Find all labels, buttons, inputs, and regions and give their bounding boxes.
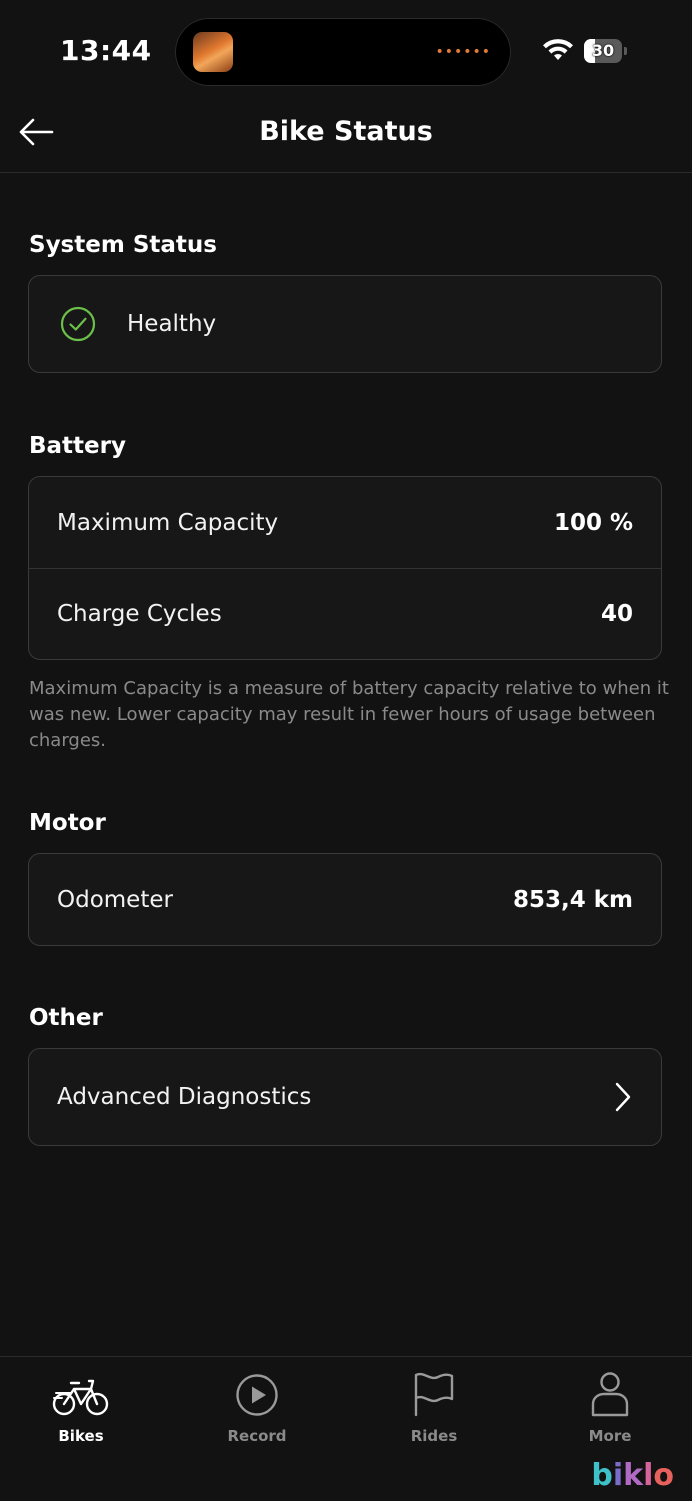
check-circle-icon — [60, 306, 96, 342]
island-activity-dots: •••••• — [435, 44, 491, 60]
tab-more[interactable]: More — [530, 1367, 690, 1457]
odometer-label: Odometer — [57, 886, 173, 913]
play-circle-icon — [236, 1374, 278, 1416]
other-card: Advanced Diagnostics — [28, 1048, 662, 1146]
chevron-right-icon — [615, 1082, 631, 1112]
charge-cycles-value: 40 — [600, 601, 633, 627]
system-status-title: System Status — [29, 232, 217, 258]
charge-cycles-row: Charge Cycles 40 — [29, 568, 661, 659]
battery-section-title: Battery — [29, 433, 126, 459]
maximum-capacity-row: Maximum Capacity 100 % — [29, 477, 661, 568]
tab-rides-label: Rides — [410, 1427, 458, 1445]
system-status-row: Healthy — [29, 276, 661, 372]
advanced-diagnostics-label: Advanced Diagnostics — [57, 1084, 312, 1110]
odometer-value: 853,4 km — [512, 886, 633, 913]
dynamic-island[interactable]: •••••• — [175, 18, 511, 86]
system-status-value: Healthy — [127, 311, 217, 337]
status-bar: 13:44 •••••• 30 — [0, 0, 692, 100]
tab-bikes-label: Bikes — [58, 1427, 104, 1445]
battery-level: 30 — [591, 41, 615, 60]
motor-card: Odometer 853,4 km — [28, 853, 662, 946]
bike-icon — [52, 1379, 109, 1416]
battery-footnote: Maximum Capacity is a measure of battery… — [29, 678, 669, 751]
tab-more-label: More — [588, 1427, 632, 1445]
flag-icon — [414, 1372, 454, 1417]
battery-icon: 30 — [584, 39, 627, 63]
tab-bar: Bikes Record Rides More biklo — [0, 1356, 692, 1501]
motor-section-title: Motor — [29, 810, 106, 836]
status-time: 13:44 — [60, 34, 152, 67]
biklo-watermark: biklo — [591, 1458, 674, 1493]
advanced-diagnostics-row[interactable]: Advanced Diagnostics — [29, 1049, 661, 1145]
other-section-title: Other — [29, 1005, 103, 1031]
system-status-card: Healthy — [28, 275, 662, 373]
tab-bikes[interactable]: Bikes — [1, 1367, 161, 1457]
page-title: Bike Status — [259, 116, 433, 147]
tab-rides[interactable]: Rides — [354, 1367, 514, 1457]
maximum-capacity-value: 100 % — [553, 509, 633, 536]
battery-card: Maximum Capacity 100 % Charge Cycles 40 — [28, 476, 662, 660]
charge-cycles-label: Charge Cycles — [57, 601, 222, 627]
page-header: Bike Status — [0, 100, 692, 173]
island-thumbnail — [193, 32, 233, 72]
tab-record[interactable]: Record — [177, 1367, 337, 1457]
wifi-icon — [543, 39, 573, 60]
person-icon — [591, 1372, 629, 1417]
odometer-row: Odometer 853,4 km — [29, 854, 661, 945]
tab-record-label: Record — [227, 1427, 287, 1445]
maximum-capacity-label: Maximum Capacity — [57, 509, 279, 536]
